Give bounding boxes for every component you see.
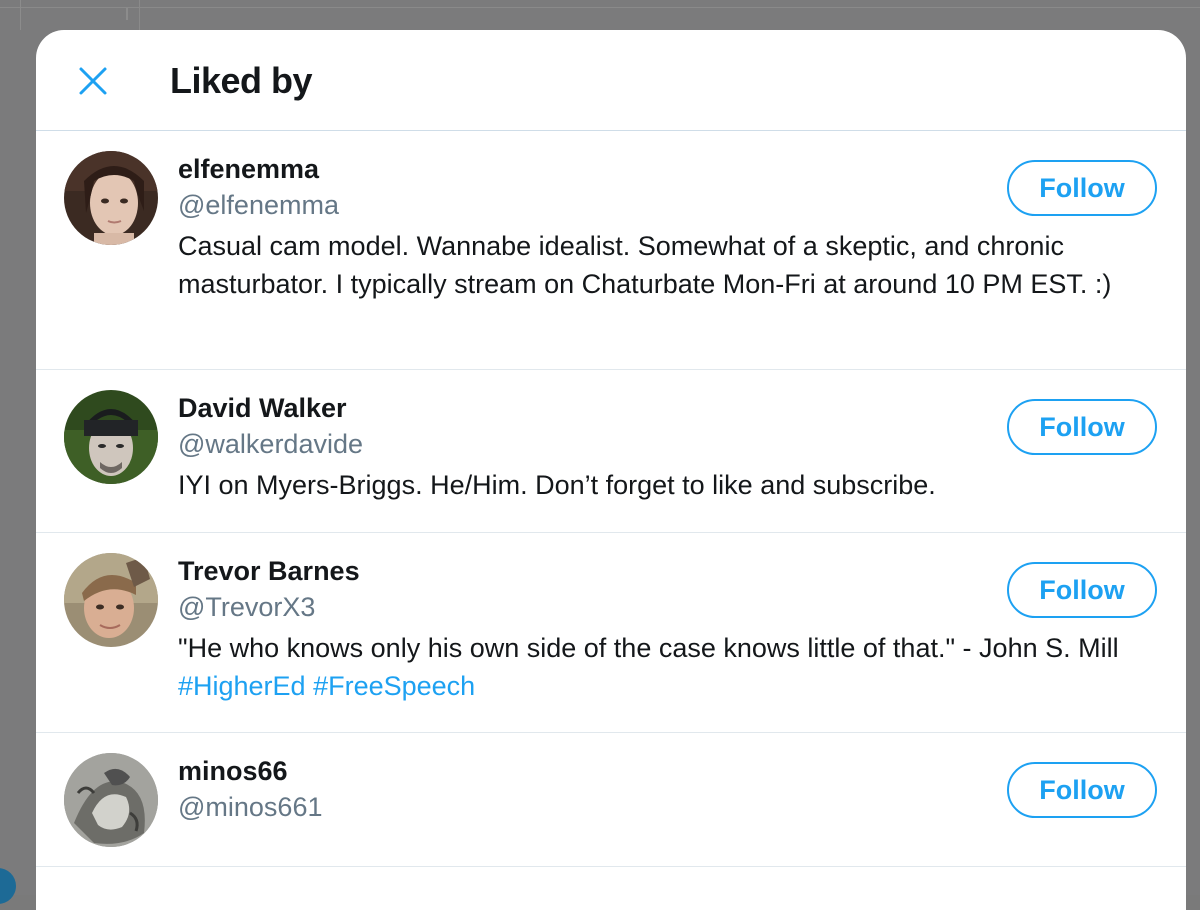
follow-button[interactable]: Follow — [1007, 399, 1157, 455]
user-bio: Casual cam model. Wannabe idealist. Some… — [178, 231, 1112, 299]
modal-header: Liked by — [36, 30, 1186, 131]
close-icon — [79, 67, 107, 95]
hashtag-link[interactable]: #FreeSpeech — [313, 671, 475, 701]
avatar[interactable] — [64, 753, 158, 847]
user-info: elfenemma @elfenemma Casual cam model. W… — [178, 151, 1156, 303]
user-row[interactable]: Trevor Barnes @TrevorX3 "He who knows on… — [36, 533, 1186, 733]
background-divider — [0, 7, 1200, 8]
background-divider — [20, 0, 21, 30]
avatar[interactable] — [64, 151, 158, 245]
user-row[interactable]: elfenemma @elfenemma Casual cam model. W… — [36, 131, 1186, 370]
liked-by-modal: Liked by elfenemma @elfenemma Casual cam… — [36, 30, 1186, 910]
user-info: Trevor Barnes @TrevorX3 "He who knows on… — [178, 553, 1156, 705]
avatar[interactable] — [64, 553, 158, 647]
background-button-edge — [0, 868, 16, 904]
user-bio: "He who knows only his own side of the c… — [178, 629, 1153, 705]
follow-button[interactable]: Follow — [1007, 762, 1157, 818]
bio-text: "He who knows only his own side of the c… — [178, 633, 1119, 663]
user-row[interactable]: minos66 @minos661 Follow — [36, 733, 1186, 867]
close-button[interactable] — [66, 54, 120, 108]
follow-button[interactable]: Follow — [1007, 562, 1157, 618]
user-list: elfenemma @elfenemma Casual cam model. W… — [36, 131, 1186, 867]
follow-button[interactable]: Follow — [1007, 160, 1157, 216]
avatar[interactable] — [64, 390, 158, 484]
background-divider — [139, 0, 140, 30]
user-row[interactable]: David Walker @walkerdavide IYI on Myers-… — [36, 370, 1186, 533]
hashtag-link[interactable]: #HigherEd — [178, 671, 306, 701]
user-info: David Walker @walkerdavide IYI on Myers-… — [178, 390, 1156, 504]
background-divider — [126, 8, 128, 20]
modal-title: Liked by — [170, 60, 313, 101]
user-bio: IYI on Myers-Briggs. He/Him. Don’t forge… — [178, 470, 936, 500]
